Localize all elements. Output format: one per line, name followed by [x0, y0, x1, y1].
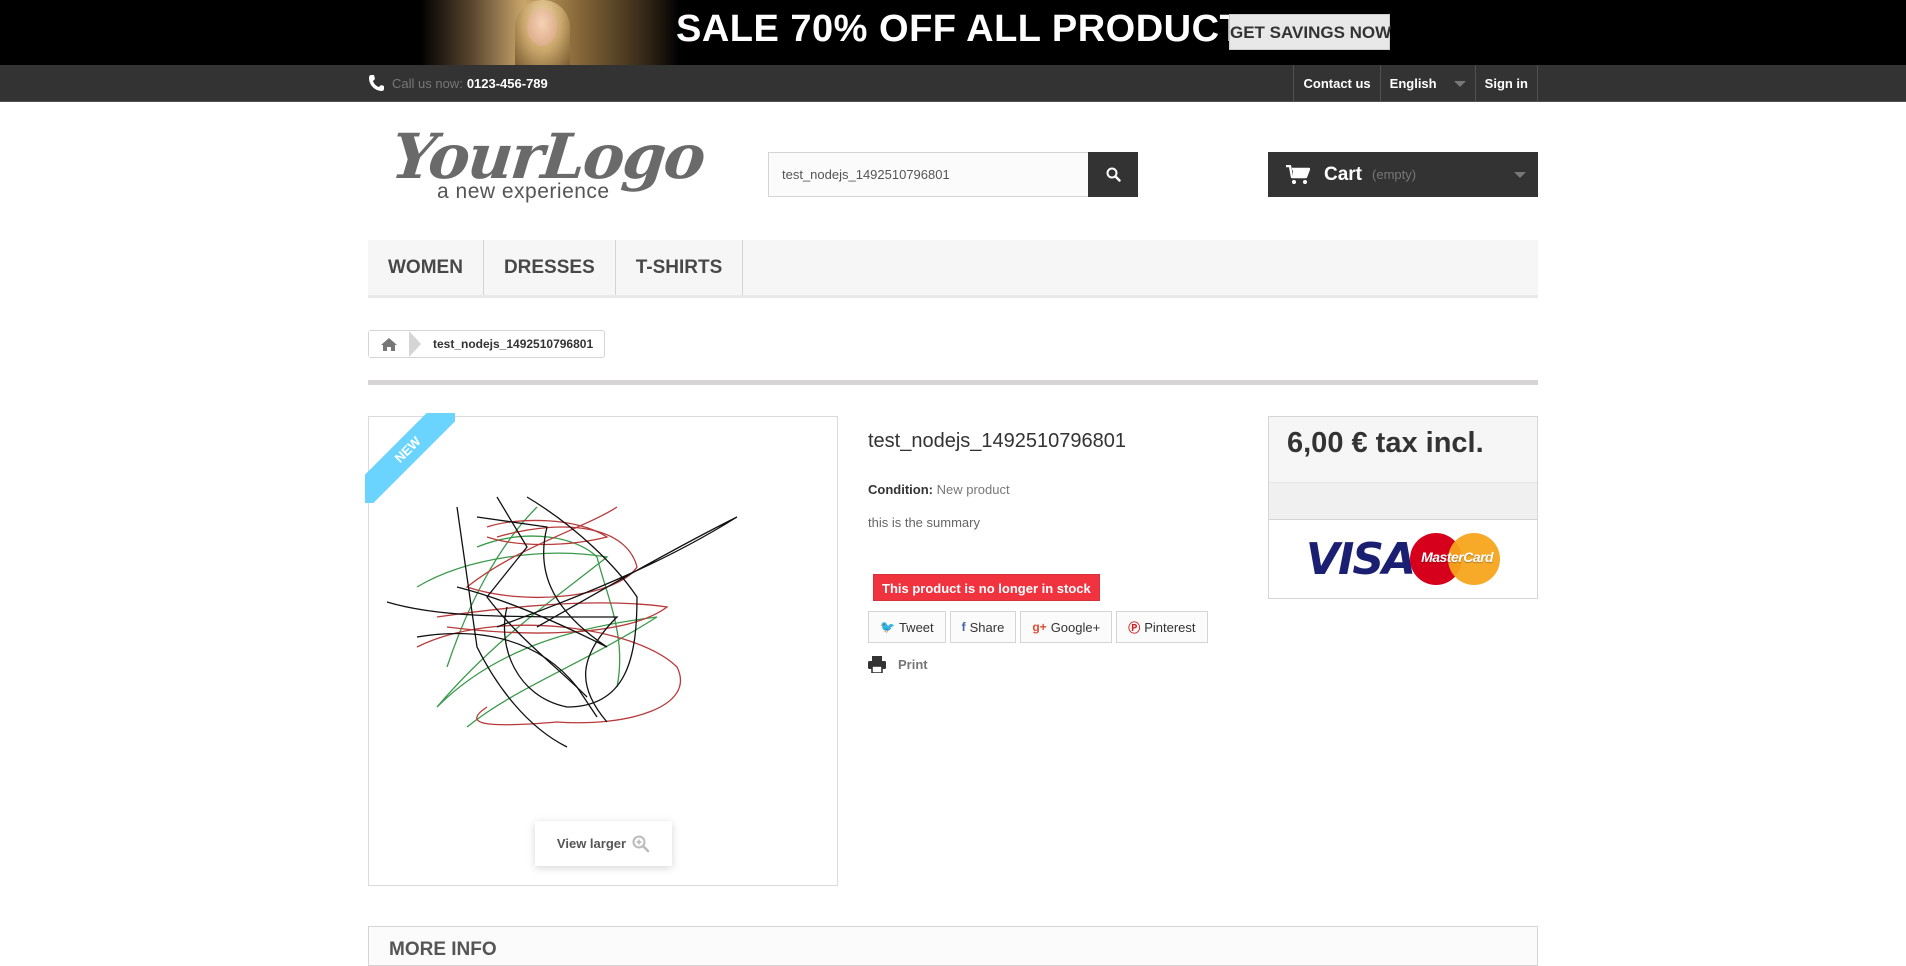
more-info-title: More info: [389, 939, 497, 960]
call-us-label: Call us now:: [392, 75, 463, 91]
facebook-share-button[interactable]: f Share: [949, 611, 1017, 643]
search-input[interactable]: [768, 152, 1088, 197]
contact-us-link[interactable]: Contact us: [1293, 65, 1379, 102]
tweet-button[interactable]: 🐦 Tweet: [868, 611, 946, 643]
more-info-section: More info: [368, 926, 1538, 966]
price-box: 6,00 € tax incl. VISA MasterCard: [1268, 416, 1538, 599]
main-menu: Women Dresses T-shirts: [368, 240, 1538, 298]
view-larger-button[interactable]: View larger: [535, 821, 672, 866]
condition-label: Condition:: [868, 482, 933, 497]
mastercard-logo: MasterCard: [1410, 533, 1501, 585]
googleplus-button[interactable]: g+ Google+: [1020, 611, 1113, 643]
mastercard-label: MasterCard: [1421, 549, 1494, 565]
chevron-down-icon: [1514, 172, 1526, 178]
breadcrumb-current: test_nodejs_1492510796801: [433, 337, 594, 351]
cart-status: (empty): [1372, 167, 1417, 182]
view-larger-label: View larger: [556, 836, 627, 851]
language-label: English: [1389, 75, 1437, 91]
printer-icon: [868, 656, 886, 673]
search-button[interactable]: [1088, 152, 1138, 197]
section-divider: [368, 380, 1538, 385]
breadcrumb-home[interactable]: [369, 331, 409, 357]
top-nav: Contact us English Sign in: [1293, 65, 1538, 102]
product-image-block[interactable]: New View larger: [365, 413, 838, 886]
breadcrumb: test_nodejs_1492510796801: [368, 330, 606, 358]
googleplus-icon: g+: [1032, 620, 1047, 634]
breadcrumb-separator: [409, 331, 421, 357]
menu-item-tshirts[interactable]: T-shirts: [616, 240, 744, 295]
zoom-icon: [632, 835, 650, 852]
banner-model-photo: [420, 0, 680, 65]
visa-logo: VISA: [1305, 533, 1416, 585]
new-badge-label: New: [365, 413, 455, 503]
promo-banner[interactable]: SALE 70% OFF ALL PRODUCTS GET SAVINGS NO…: [0, 0, 1906, 65]
tweet-label: Tweet: [898, 619, 934, 635]
menu-item-dresses[interactable]: Dresses: [484, 240, 616, 295]
language-selector[interactable]: English: [1379, 65, 1475, 102]
product-info: test_nodejs_1492510796801 Condition: New…: [868, 430, 1238, 673]
pinterest-label: Pinterest: [1144, 619, 1196, 635]
cart-label: Cart: [1324, 163, 1363, 185]
new-ribbon: New: [365, 413, 455, 503]
social-share-buttons: 🐦 Tweet f Share g+ Google+ Ⓟ Pinterest: [868, 611, 1208, 643]
chevron-down-icon: [1453, 80, 1466, 87]
cart-icon: [1286, 164, 1310, 184]
twitter-icon: 🐦: [880, 620, 895, 634]
out-of-stock-alert: This product is no longer in stock: [873, 574, 1100, 601]
phone-icon: [369, 75, 384, 91]
phone-number: 0123-456-789: [466, 75, 548, 91]
banner-headline: SALE 70% OFF ALL PRODUCTS: [676, 8, 1270, 50]
pinterest-button[interactable]: Ⓟ Pinterest: [1116, 611, 1208, 643]
get-savings-button[interactable]: GET SAVINGS NOW: [1229, 14, 1391, 50]
search-form: [768, 152, 1138, 197]
product-image[interactable]: [377, 487, 787, 787]
share-label: Share: [969, 619, 1005, 635]
print-label: Print: [898, 657, 928, 672]
search-icon: [1106, 167, 1121, 182]
site-logo[interactable]: YourLogo a new experience: [388, 120, 707, 208]
product-condition: Condition: New product: [868, 482, 1010, 497]
sign-in-link[interactable]: Sign in: [1474, 65, 1538, 102]
facebook-icon: f: [961, 620, 966, 634]
googleplus-label: Google+: [1050, 619, 1101, 635]
menu-item-women[interactable]: Women: [368, 240, 484, 295]
print-link[interactable]: Print: [868, 656, 928, 673]
payment-cards: VISA MasterCard: [1269, 520, 1537, 598]
cart-button[interactable]: Cart (empty): [1268, 152, 1538, 197]
product-summary: this is the summary: [868, 515, 980, 530]
product-title: test_nodejs_1492510796801: [868, 430, 1127, 452]
phone-info: Call us now: 0123-456-789: [368, 74, 548, 92]
condition-value: New product: [936, 482, 1010, 497]
pinterest-icon: Ⓟ: [1128, 620, 1141, 635]
top-bar: Call us now: 0123-456-789 Contact us Eng…: [0, 65, 1906, 102]
logo-tagline: a new experience: [437, 180, 610, 203]
home-icon: [381, 337, 397, 351]
product-price: 6,00 € tax incl.: [1287, 427, 1484, 459]
